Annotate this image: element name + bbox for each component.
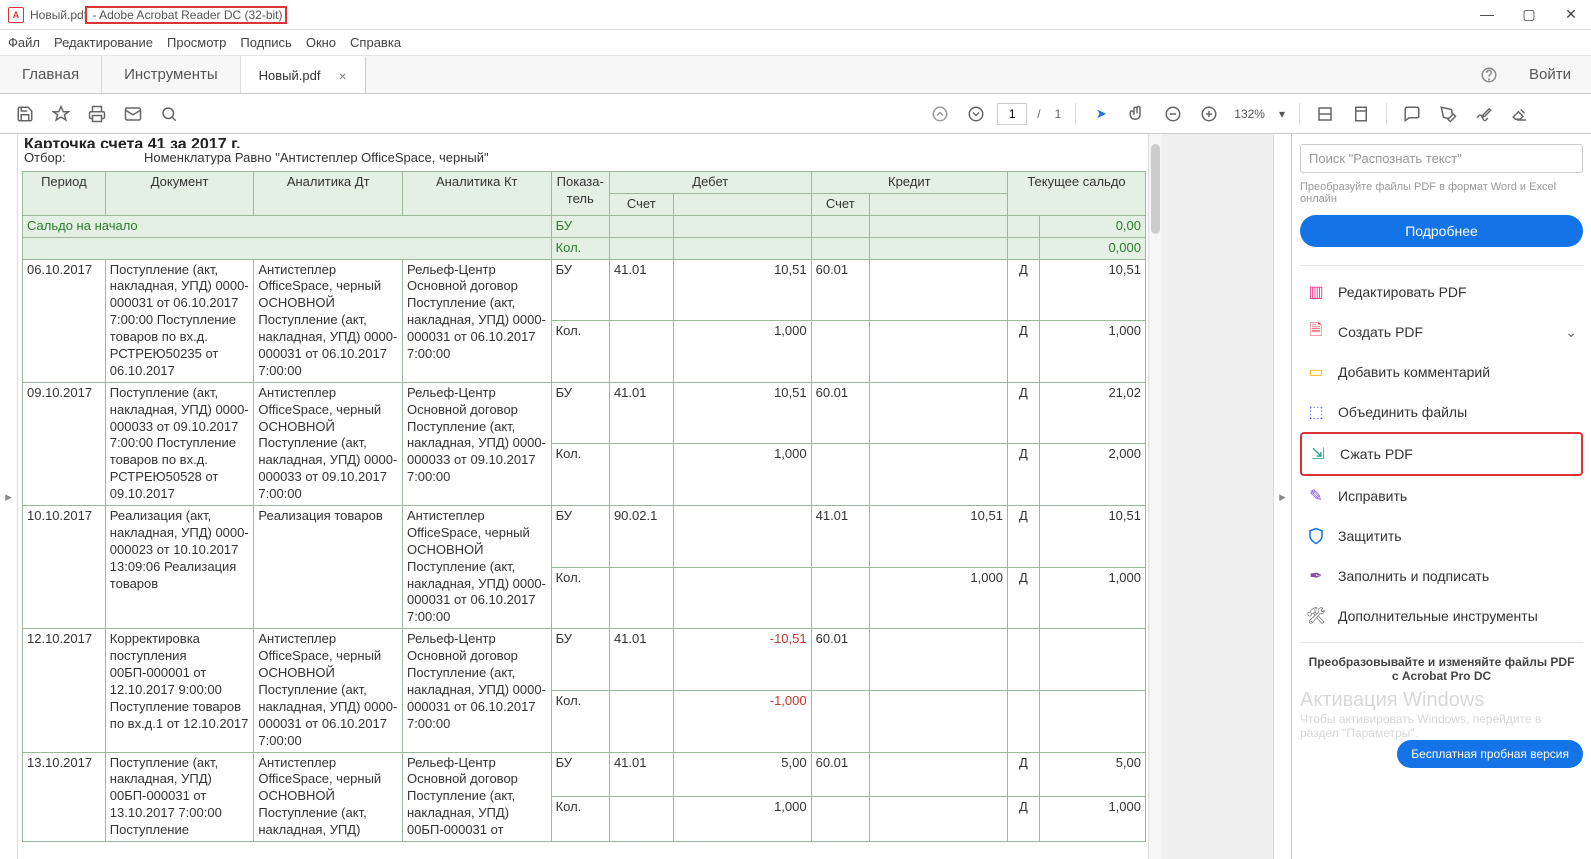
tool-compress-pdf[interactable]: ⇲ Сжать PDF — [1300, 432, 1583, 476]
th-document: Документ — [105, 172, 254, 216]
th-period: Период — [23, 172, 106, 216]
print-icon[interactable] — [82, 99, 112, 129]
table-row: 12.10.2017Корректировка поступления 00БП… — [23, 629, 1146, 691]
tab-row: Главная Инструменты Новый.pdf × Войти — [0, 56, 1591, 94]
toolbar: / 1 ➤ 132% ▾ — [0, 94, 1591, 134]
free-trial-button[interactable]: Бесплатная пробная версия — [1397, 740, 1583, 768]
tool-add-comment[interactable]: ▭ Добавить комментарий — [1300, 352, 1583, 392]
search-icon[interactable] — [154, 99, 184, 129]
zoom-out-icon[interactable] — [1158, 99, 1188, 129]
start-balance-label: Сальдо на начало — [23, 215, 552, 237]
pdf-page: Карточка счета 41 за 2017 г. Отбор:Номен… — [18, 134, 1148, 859]
menu-file[interactable]: Файл — [8, 35, 40, 50]
tool-protect[interactable]: Защитить — [1300, 516, 1583, 556]
mail-icon[interactable] — [118, 99, 148, 129]
tools-search-input[interactable]: Поиск "Распознать текст" — [1300, 144, 1583, 173]
selection-tool-icon[interactable]: ➤ — [1086, 99, 1116, 129]
left-panel-toggle[interactable]: ▸ — [0, 134, 18, 859]
page-down-icon[interactable] — [961, 99, 991, 129]
comment-tool-icon: ▭ — [1306, 362, 1326, 382]
tab-document-label: Новый.pdf — [259, 68, 321, 83]
promo2-text: Преобразовывайте и изменяйте файлы PDF с… — [1300, 649, 1583, 689]
titlebar: A Новый.pdf - Adobe Acrobat Reader DC (3… — [0, 0, 1591, 30]
th-debit: Дебет — [609, 172, 811, 194]
account-card-table: Период Документ Аналитика Дт Аналитика К… — [22, 171, 1146, 842]
table-row: 09.10.2017Поступление (акт, накладная, У… — [23, 382, 1146, 444]
fill-sign-icon: ✒ — [1306, 566, 1326, 586]
tab-document[interactable]: Новый.pdf × — [241, 56, 366, 93]
th-debit-acct: Счет — [609, 193, 673, 215]
tool-redact[interactable]: ✎ Исправить — [1300, 476, 1583, 516]
tab-close-icon[interactable]: × — [338, 68, 346, 84]
th-credit-acct: Счет — [811, 193, 869, 215]
page-number-input[interactable] — [997, 103, 1027, 125]
table-row: 13.10.2017Поступление (акт, накладная, У… — [23, 752, 1146, 797]
table-row: 10.10.2017Реализация (акт, накладная, УП… — [23, 506, 1146, 568]
maximize-button[interactable]: ▢ — [1517, 6, 1541, 23]
hand-tool-icon[interactable] — [1122, 99, 1152, 129]
windows-activation-sub: Чтобы активировать Windows, перейдите в … — [1300, 712, 1583, 740]
document-area: Карточка счета 41 за 2017 г. Отбор:Номен… — [18, 134, 1273, 859]
highlight-icon[interactable] — [1433, 99, 1463, 129]
th-indic: Показа­тель — [551, 172, 609, 216]
th-ankt: Аналитика Кт — [402, 172, 551, 216]
fit-width-icon[interactable] — [1310, 99, 1340, 129]
doc-title: Карточка счета 41 за 2017 г. — [22, 134, 1146, 148]
sign-icon[interactable] — [1469, 99, 1499, 129]
protect-icon — [1306, 526, 1326, 546]
table-row: 06.10.2017Поступление (акт, накладная, У… — [23, 259, 1146, 321]
zoom-dropdown-icon[interactable]: ▾ — [1279, 107, 1285, 121]
help-icon[interactable] — [1469, 56, 1509, 93]
menu-view[interactable]: Просмотр — [167, 35, 226, 50]
doc-filter: Отбор:Номенклатура Равно "Антистеплер Of… — [22, 148, 1146, 171]
tool-combine-files[interactable]: ⬚ Объединить файлы — [1300, 392, 1583, 432]
tool-fill-sign[interactable]: ✒ Заполнить и подписать — [1300, 556, 1583, 596]
window-title: Новый.pdf - Adobe Acrobat Reader DC (32-… — [30, 8, 287, 22]
page-total: 1 — [1055, 107, 1062, 121]
tool-create-pdf[interactable]: 🗎 Создать PDF ⌄ — [1300, 312, 1583, 352]
tool-edit-pdf[interactable]: ▥ Редактировать PDF — [1300, 272, 1583, 312]
vertical-scrollbar[interactable] — [1148, 134, 1162, 859]
th-credit: Кредит — [811, 172, 1007, 194]
signin-button[interactable]: Войти — [1509, 56, 1591, 93]
star-icon[interactable] — [46, 99, 76, 129]
fit-page-icon[interactable] — [1346, 99, 1376, 129]
edit-pdf-icon: ▥ — [1306, 282, 1326, 302]
create-pdf-icon: 🗎 — [1306, 322, 1326, 342]
menubar: Файл Редактирование Просмотр Подпись Окн… — [0, 30, 1591, 56]
tab-tools[interactable]: Инструменты — [102, 56, 241, 93]
comment-icon[interactable] — [1397, 99, 1427, 129]
promo-text: Преобразуйте файлы PDF в формат Word и E… — [1300, 181, 1583, 209]
tools-panel: Поиск "Распознать текст" Преобразуйте фа… — [1291, 134, 1591, 859]
minimize-button[interactable]: — — [1475, 6, 1499, 23]
compress-icon: ⇲ — [1308, 444, 1328, 464]
right-panel-toggle[interactable]: ▸ — [1273, 134, 1291, 859]
more-button[interactable]: Подробнее — [1300, 215, 1583, 247]
tool-more-tools[interactable]: 🛠 Дополнительные инструменты — [1300, 596, 1583, 636]
th-balance: Текущее сальдо — [1007, 172, 1145, 216]
menu-help[interactable]: Справка — [350, 35, 401, 50]
tab-home[interactable]: Главная — [0, 56, 102, 93]
erase-icon[interactable] — [1505, 99, 1535, 129]
close-button[interactable]: ✕ — [1559, 6, 1583, 23]
menu-edit[interactable]: Редактирование — [54, 35, 153, 50]
zoom-in-icon[interactable] — [1194, 99, 1224, 129]
page-sep: / — [1037, 107, 1040, 121]
menu-sign[interactable]: Подпись — [240, 35, 291, 50]
save-icon[interactable] — [10, 99, 40, 129]
zoom-level[interactable]: 132% — [1234, 107, 1265, 121]
menu-window[interactable]: Окно — [306, 35, 336, 50]
combine-icon: ⬚ — [1306, 402, 1326, 422]
chevron-down-icon: ⌄ — [1565, 324, 1577, 341]
th-andt: Аналитика Дт — [254, 172, 403, 216]
page-up-icon[interactable] — [925, 99, 955, 129]
redact-icon: ✎ — [1306, 486, 1326, 506]
more-tools-icon: 🛠 — [1306, 606, 1326, 626]
windows-activation-watermark: Активация Windows — [1300, 689, 1583, 712]
app-icon: A — [8, 7, 24, 23]
